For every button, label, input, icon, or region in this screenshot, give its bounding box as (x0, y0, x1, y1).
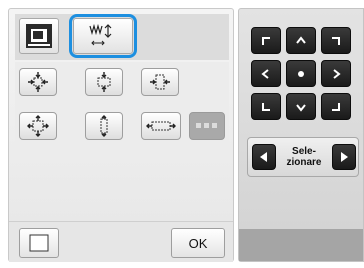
move-down-button[interactable] (286, 93, 316, 120)
center-dot-icon (298, 70, 304, 77)
enlarge-all-sides-icon (27, 115, 49, 137)
ok-button[interactable]: OK (171, 228, 225, 258)
up-left-arrow-icon (262, 36, 270, 45)
center-button[interactable] (286, 60, 316, 87)
enlarge-height-icon (100, 115, 108, 137)
move-up-left-button[interactable] (251, 27, 281, 54)
up-arrow-icon (296, 35, 306, 44)
enlarge-all-button[interactable] (19, 112, 57, 140)
reduce-all-button[interactable] (19, 68, 57, 96)
more-options-button (189, 112, 225, 140)
left-triangle-icon (260, 152, 267, 162)
select-label-line1: Sele- (292, 146, 316, 157)
reduce-height-icon (97, 72, 111, 92)
select-label: Sele- zionare (278, 146, 330, 168)
move-up-right-button[interactable] (321, 27, 351, 54)
tab-machine[interactable] (19, 18, 59, 54)
move-down-right-button[interactable] (321, 93, 351, 120)
more-options-icon (196, 123, 217, 128)
reduce-width-button[interactable] (141, 68, 179, 96)
down-left-arrow-icon (262, 102, 270, 111)
enlarge-width-icon (146, 121, 176, 131)
move-panel: Sele- zionare (238, 8, 364, 262)
select-next-button[interactable] (332, 144, 356, 170)
right-arrow-icon (333, 68, 341, 79)
size-adjust-icon (89, 23, 112, 46)
tab-size[interactable] (73, 18, 133, 54)
move-right-button[interactable] (321, 60, 351, 87)
select-previous-button[interactable] (252, 144, 276, 170)
up-right-arrow-icon (332, 36, 340, 45)
select-label-line2: zionare (286, 157, 322, 168)
enlarge-height-button[interactable] (85, 112, 123, 140)
frame-button[interactable] (19, 228, 59, 258)
tab-bar (15, 14, 229, 60)
bottom-bar: OK (9, 221, 233, 262)
reduce-all-sides-icon (28, 72, 48, 92)
bottom-strip (239, 229, 363, 261)
reduce-height-button[interactable] (85, 68, 123, 96)
enlarge-width-button[interactable] (141, 112, 181, 140)
embroidery-machine-icon (26, 24, 52, 48)
move-down-left-button[interactable] (251, 93, 281, 120)
right-triangle-icon (341, 152, 348, 162)
reduce-width-icon (150, 74, 170, 90)
size-button-grid (15, 62, 229, 154)
frame-square-icon (29, 234, 49, 252)
move-up-button[interactable] (286, 27, 316, 54)
size-panel: OK (8, 8, 234, 262)
select-control: Sele- zionare (247, 137, 359, 177)
move-left-button[interactable] (251, 60, 281, 87)
down-right-arrow-icon (332, 102, 340, 111)
down-arrow-icon (296, 103, 306, 112)
embroidery-edit-screen: OK Sele- zionare (0, 0, 364, 268)
left-arrow-icon (261, 68, 269, 79)
